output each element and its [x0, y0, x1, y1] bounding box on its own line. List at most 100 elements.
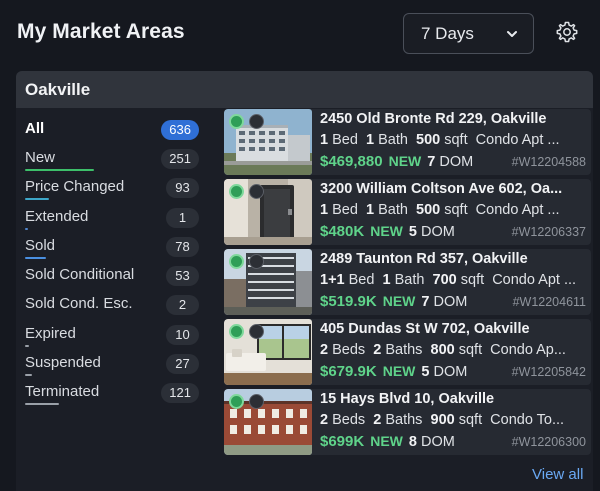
- favorite-dot-icon[interactable]: [249, 394, 264, 409]
- gear-icon[interactable]: [555, 20, 579, 44]
- status-count-badge: 251: [161, 149, 199, 169]
- mls-number: #W12204611: [512, 295, 586, 309]
- dom-label: DOM: [433, 364, 468, 380]
- baths-label: Bath: [378, 132, 408, 148]
- dom-label: DOM: [420, 224, 455, 240]
- page-header: My Market Areas 7 Days: [0, 0, 600, 66]
- listing-card[interactable]: 2489 Taunton Rd 357, Oakville 1+1 Bed 1 …: [224, 249, 591, 315]
- status-filter-sold-conditional[interactable]: Sold Conditional 53: [16, 262, 216, 291]
- listing-card[interactable]: 3200 William Coltson Ave 602, Oa... 1 Be…: [224, 179, 591, 245]
- property-type: Condo To...: [490, 412, 565, 428]
- status-filter-expired[interactable]: Expired 10: [16, 321, 216, 350]
- listing-card[interactable]: 15 Hays Blvd 10, Oakville 2 Beds 2 Baths…: [224, 389, 591, 455]
- baths-label: Bath: [394, 272, 425, 288]
- status-filter-sold[interactable]: Sold 78: [16, 233, 216, 262]
- favorite-dot-icon[interactable]: [249, 254, 264, 269]
- listing-status-badge: NEW: [388, 153, 422, 169]
- status-dot-icon: [229, 114, 244, 129]
- dom-value: 5: [421, 364, 430, 380]
- property-type: Condo Apt ...: [492, 272, 577, 288]
- status-filter-terminated[interactable]: Terminated 121: [16, 379, 216, 408]
- baths-count: 1: [365, 132, 375, 148]
- property-type: Condo Apt ...: [475, 132, 560, 148]
- beds-count: 2: [320, 342, 329, 358]
- area-title: Oakville: [25, 80, 91, 99]
- status-label: Extended: [25, 208, 89, 225]
- listing-list: 2450 Old Bronte Rd 229, Oakville 1 Bed 1…: [224, 108, 593, 458]
- status-count-badge: 636: [161, 120, 199, 140]
- dom-value: 7: [427, 154, 436, 170]
- status-dot-icon: [229, 324, 244, 339]
- baths-count: 1: [365, 202, 375, 218]
- listing-address: 405 Dundas St W 702, Oakville: [320, 321, 530, 337]
- status-filter-extended[interactable]: Extended 1: [16, 204, 216, 233]
- sqft-label: sqft: [444, 132, 468, 148]
- listing-price: $519.9K: [320, 293, 377, 310]
- listing-price-row: $480K NEW 5 DOM #W12206337: [320, 223, 586, 243]
- listing-price: $480K: [320, 223, 365, 240]
- listing-price-row: $699K NEW 8 DOM #W12206300: [320, 433, 586, 453]
- sqft-label: sqft: [444, 202, 468, 218]
- dom-label: DOM: [433, 294, 468, 310]
- view-all-link[interactable]: View all: [532, 466, 583, 483]
- listing-address: 2450 Old Bronte Rd 229, Oakville: [320, 111, 547, 127]
- beds-count: 1: [320, 202, 329, 218]
- status-underline: [25, 345, 29, 347]
- status-filter-suspended[interactable]: Suspended 27: [16, 350, 216, 379]
- listing-card[interactable]: 2450 Old Bronte Rd 229, Oakville 1 Bed 1…: [224, 109, 591, 175]
- status-label: All: [25, 120, 45, 137]
- listing-address: 2489 Taunton Rd 357, Oakville: [320, 251, 528, 267]
- market-area-card: Oakville All 636 New 251 Price Changed 9…: [16, 71, 593, 491]
- mls-number: #W12206337: [511, 225, 586, 239]
- status-filter-all[interactable]: All 636: [16, 116, 216, 145]
- status-dot-icon: [229, 394, 244, 409]
- listing-card[interactable]: 405 Dundas St W 702, Oakville 2 Beds 2 B…: [224, 319, 591, 385]
- baths-count: 1: [382, 272, 391, 288]
- listing-status-badge: NEW: [382, 363, 416, 379]
- area-header: Oakville: [16, 71, 593, 108]
- listing-price-row: $469,880 NEW 7 DOM #W12204588: [320, 153, 586, 173]
- status-label: Sold Conditional: [25, 266, 135, 283]
- mls-number: #W12206300: [511, 435, 586, 449]
- days-on-market: 7 DOM: [421, 294, 467, 310]
- baths-label: Baths: [385, 412, 423, 428]
- status-label: Suspended: [25, 354, 101, 371]
- beds-count: 2: [320, 412, 329, 428]
- property-type: Condo Apt ...: [475, 202, 560, 218]
- days-on-market: 7 DOM: [427, 154, 473, 170]
- dom-value: 8: [408, 434, 417, 450]
- listing-photo: [224, 249, 312, 315]
- status-count-badge: 93: [166, 178, 199, 198]
- status-count-badge: 121: [161, 383, 199, 403]
- status-underline: [25, 374, 32, 376]
- listing-specs: 1 Bed 1 Bath 500 sqft Condo Apt ...: [320, 132, 586, 148]
- period-select[interactable]: 7 Days: [403, 13, 534, 54]
- listing-photo: [224, 179, 312, 245]
- status-count-badge: 27: [166, 354, 199, 374]
- status-count-badge: 53: [166, 266, 199, 286]
- listing-price: $469,880: [320, 153, 383, 170]
- status-count-badge: 78: [166, 237, 199, 257]
- listing-photo: [224, 109, 312, 175]
- baths-label: Bath: [378, 202, 408, 218]
- status-underline: [25, 169, 94, 171]
- status-underline: [25, 228, 28, 230]
- status-filter-sold-cond-esc[interactable]: Sold Cond. Esc. 2: [16, 291, 216, 320]
- mls-number: #W12204588: [511, 155, 586, 169]
- beds-count: 1+1: [320, 272, 345, 288]
- dom-value: 5: [408, 224, 417, 240]
- favorite-dot-icon[interactable]: [249, 114, 264, 129]
- favorite-dot-icon[interactable]: [249, 324, 264, 339]
- status-label: New: [25, 149, 56, 166]
- status-count-badge: 2: [166, 295, 199, 315]
- status-underline: [25, 198, 49, 200]
- status-filter-new[interactable]: New 251: [16, 145, 216, 174]
- status-label: Price Changed: [25, 178, 125, 195]
- status-underline: [25, 403, 59, 405]
- dom-label: DOM: [420, 434, 455, 450]
- page-title: My Market Areas: [17, 20, 185, 43]
- beds-label: Beds: [332, 412, 366, 428]
- sqft-label: sqft: [458, 412, 483, 428]
- status-filter-price-changed[interactable]: Price Changed 93: [16, 174, 216, 203]
- favorite-dot-icon[interactable]: [249, 184, 264, 199]
